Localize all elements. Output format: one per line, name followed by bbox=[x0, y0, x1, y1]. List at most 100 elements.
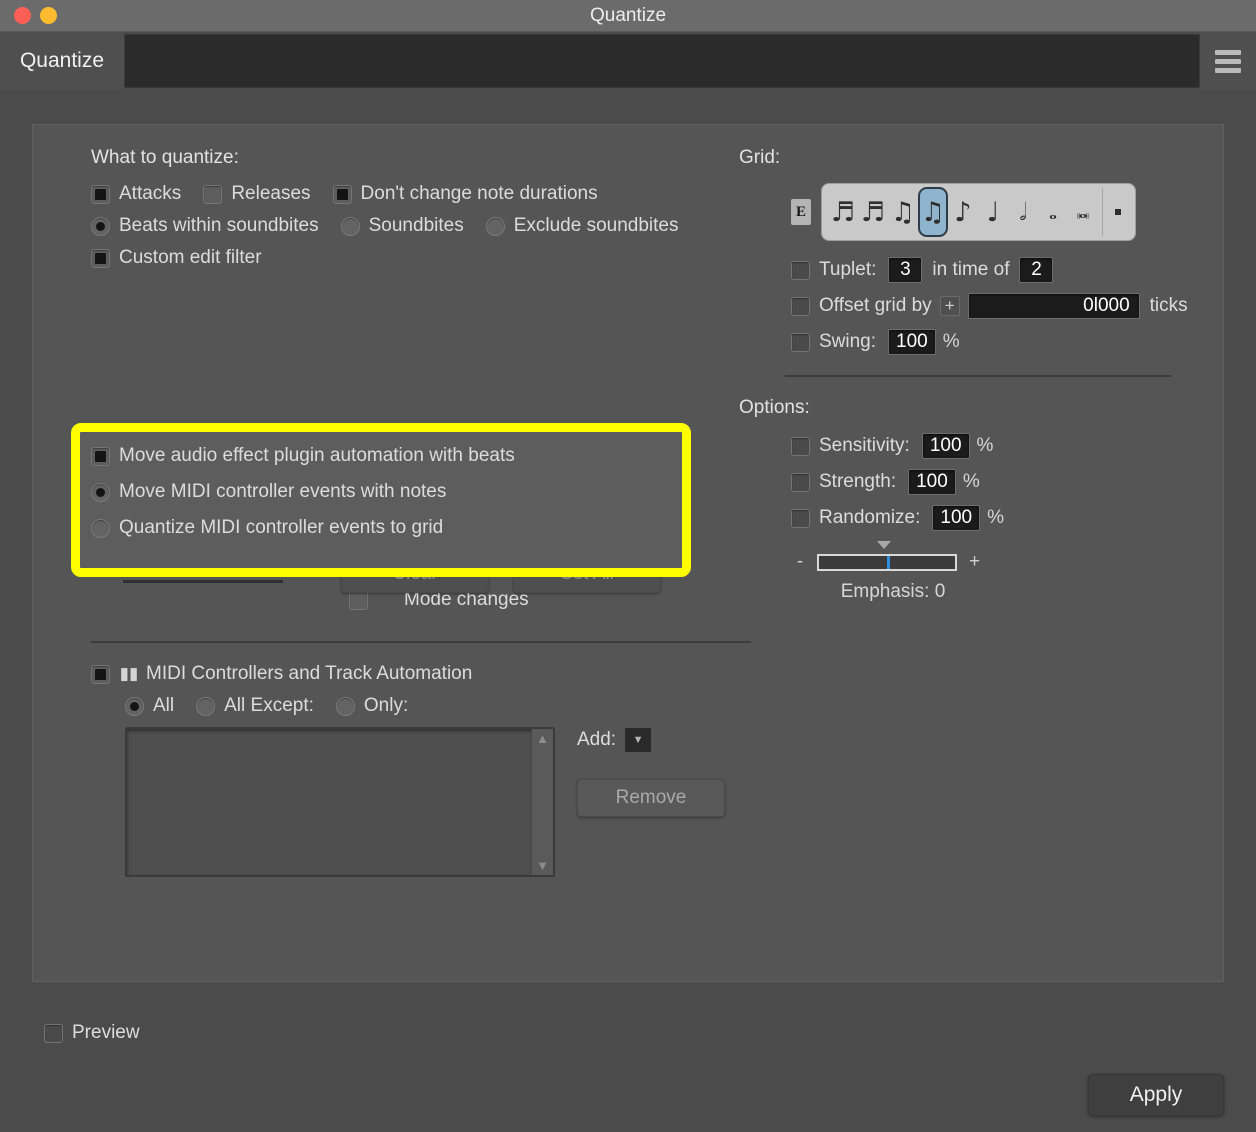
input-tuplet-time[interactable]: 2 bbox=[1019, 257, 1053, 283]
note-value-whole[interactable]: 𝅝 bbox=[1038, 187, 1068, 237]
emphasis-slider[interactable] bbox=[817, 554, 957, 571]
input-sensitivity[interactable]: 100 bbox=[922, 433, 970, 459]
note-value-sixty-fourth[interactable]: ♬ bbox=[828, 187, 858, 237]
checkbox-tuplet[interactable] bbox=[791, 261, 810, 280]
label-in-time-of: in time of bbox=[932, 259, 1009, 281]
label-swing: Swing: bbox=[819, 331, 876, 353]
emphasis-value-label: Emphasis: 0 bbox=[795, 581, 991, 603]
checkbox-dont-change-note-durations[interactable] bbox=[333, 185, 352, 204]
slider-minus-button[interactable]: - bbox=[795, 551, 805, 573]
checkbox-custom-edit-filter[interactable] bbox=[91, 249, 110, 268]
label-beats-within-soundbites: Beats within soundbites bbox=[119, 215, 319, 237]
slider-caret-icon bbox=[877, 541, 891, 549]
input-tuplet-count[interactable]: 3 bbox=[888, 257, 922, 283]
note-value-thirty-second[interactable]: ♬ bbox=[858, 187, 888, 237]
right-column: Grid: E ♬ ♬ ♫ ♫ ♪ ♩ 𝅗𝅥 𝅝 𝅜 bbox=[739, 147, 1199, 603]
midi-controllers-radio-row: All All Except: Only: bbox=[125, 695, 751, 717]
note-value-eighth[interactable]: ♪ bbox=[948, 187, 978, 237]
slider-row: - + bbox=[795, 551, 1199, 573]
dotted-note-toggle[interactable] bbox=[1107, 209, 1129, 215]
label-all: All bbox=[153, 695, 174, 717]
checkbox-randomize[interactable] bbox=[791, 509, 810, 528]
note-value-quarter[interactable]: ♩ bbox=[978, 187, 1008, 237]
scroll-down-arrow-icon[interactable]: ▼ bbox=[536, 859, 549, 872]
input-randomize[interactable]: 100 bbox=[932, 505, 980, 531]
input-offset-ticks[interactable]: 0l000 bbox=[968, 293, 1140, 319]
checkbox-attacks[interactable] bbox=[91, 185, 110, 204]
radio-all[interactable] bbox=[125, 697, 144, 716]
label-strength: Strength: bbox=[819, 471, 896, 493]
apply-button[interactable]: Apply bbox=[1088, 1074, 1224, 1116]
slider-thumb[interactable] bbox=[887, 556, 890, 569]
title-bar: Quantize bbox=[0, 0, 1256, 32]
menu-button[interactable] bbox=[1200, 32, 1256, 90]
checkbox-releases[interactable] bbox=[203, 185, 222, 204]
add-dropdown-button[interactable]: ▼ bbox=[624, 727, 652, 753]
label-randomize-unit: % bbox=[987, 507, 1004, 529]
radio-exclude-soundbites[interactable] bbox=[486, 217, 505, 236]
add-remove-controls: Add: ▼ Remove bbox=[577, 727, 725, 817]
note-value-sixteenth-triplet[interactable]: ♫ bbox=[888, 187, 918, 237]
controller-list-area: ▲ ▼ Add: ▼ Remove bbox=[125, 727, 751, 877]
note-value-half[interactable]: 𝅗𝅥 bbox=[1008, 187, 1038, 237]
window-title: Quantize bbox=[0, 5, 1256, 27]
controller-list-items[interactable] bbox=[127, 729, 531, 875]
checkbox-midi-controllers-track-automation[interactable] bbox=[91, 665, 110, 684]
note-value-breve[interactable]: 𝅜 bbox=[1068, 187, 1098, 237]
soundbite-radio-row: Beats within soundbites Soundbites Exclu… bbox=[91, 215, 751, 237]
midi-controllers-heading-row: ▮▮ MIDI Controllers and Track Automation bbox=[91, 663, 751, 685]
remove-button[interactable]: Remove bbox=[577, 779, 725, 817]
checkbox-sensitivity[interactable] bbox=[791, 437, 810, 456]
strip-divider bbox=[1102, 188, 1103, 236]
label-dont-change-note-durations: Don't change note durations bbox=[361, 183, 598, 205]
checkbox-mode-changes[interactable] bbox=[349, 591, 368, 610]
radio-beats-within-soundbites[interactable] bbox=[91, 217, 110, 236]
strength-row: Strength: 100 % bbox=[791, 469, 1199, 495]
checkbox-swing[interactable] bbox=[791, 333, 810, 352]
radio-soundbites[interactable] bbox=[341, 217, 360, 236]
input-strength[interactable]: 100 bbox=[908, 469, 956, 495]
highlighted-group: Move audio effect plugin automation with… bbox=[91, 445, 515, 549]
emphasis-slider-block: - + Emphasis: 0 bbox=[795, 541, 1199, 603]
radio-all-except[interactable] bbox=[196, 697, 215, 716]
field-underline bbox=[123, 580, 283, 583]
label-offset-grid-by: Offset grid by bbox=[819, 295, 932, 317]
controller-list-box[interactable]: ▲ ▼ bbox=[125, 727, 555, 877]
checkbox-strength[interactable] bbox=[791, 473, 810, 492]
checkbox-preview[interactable] bbox=[44, 1024, 63, 1043]
piano-roll-icon[interactable]: E bbox=[791, 199, 811, 225]
label-preview: Preview bbox=[72, 1022, 140, 1044]
radio-move-midi-controller-events-with-notes[interactable] bbox=[91, 483, 110, 502]
slider-caret-wrap bbox=[817, 541, 957, 549]
grid-note-selector: E ♬ ♬ ♫ ♫ ♪ ♩ 𝅗𝅥 𝅝 𝅜 bbox=[791, 183, 1199, 241]
label-randomize: Randomize: bbox=[819, 507, 920, 529]
custom-edit-filter-row: Custom edit filter bbox=[91, 247, 751, 269]
offset-grid-row: Offset grid by + 0l000 ticks bbox=[791, 293, 1199, 319]
controller-list-scrollbar[interactable]: ▲ ▼ bbox=[531, 729, 553, 875]
checkbox-offset-grid[interactable] bbox=[791, 297, 810, 316]
main-panel: What to quantize: Attacks Releases Don't… bbox=[32, 124, 1224, 982]
chevron-down-icon: ▼ bbox=[633, 734, 644, 746]
preset-field[interactable] bbox=[124, 34, 1200, 88]
scroll-up-arrow-icon[interactable]: ▲ bbox=[536, 732, 549, 745]
label-move-audio-effect-plugin-automation: Move audio effect plugin automation with… bbox=[119, 445, 515, 467]
checkbox-move-audio-effect-plugin-automation[interactable] bbox=[91, 447, 110, 466]
label-soundbites: Soundbites bbox=[369, 215, 464, 237]
options-heading: Options: bbox=[739, 397, 1199, 419]
plus-icon[interactable]: + bbox=[940, 296, 960, 316]
label-ticks: ticks bbox=[1150, 295, 1188, 317]
tab-bar: Quantize bbox=[0, 32, 1256, 90]
label-move-midi-controller-events-with-notes: Move MIDI controller events with notes bbox=[119, 481, 446, 503]
input-swing[interactable]: 100 bbox=[888, 329, 936, 355]
quantize-window: Quantize Quantize What to quantize: Atta… bbox=[0, 0, 1256, 1132]
quantize-checkbox-row: Attacks Releases Don't change note durat… bbox=[91, 183, 751, 205]
label-only: Only: bbox=[364, 695, 408, 717]
highlight-row: Move MIDI controller events with notes bbox=[91, 481, 515, 503]
tab-quantize[interactable]: Quantize bbox=[0, 32, 124, 90]
radio-only[interactable] bbox=[336, 697, 355, 716]
note-value-sixteenth[interactable]: ♫ bbox=[918, 187, 948, 237]
slider-plus-button[interactable]: + bbox=[969, 551, 979, 573]
midi-controller-icon: ▮▮ bbox=[119, 664, 139, 684]
radio-quantize-midi-controller-events-to-grid[interactable] bbox=[91, 519, 110, 538]
tuplet-row: Tuplet: 3 in time of 2 bbox=[791, 257, 1199, 283]
